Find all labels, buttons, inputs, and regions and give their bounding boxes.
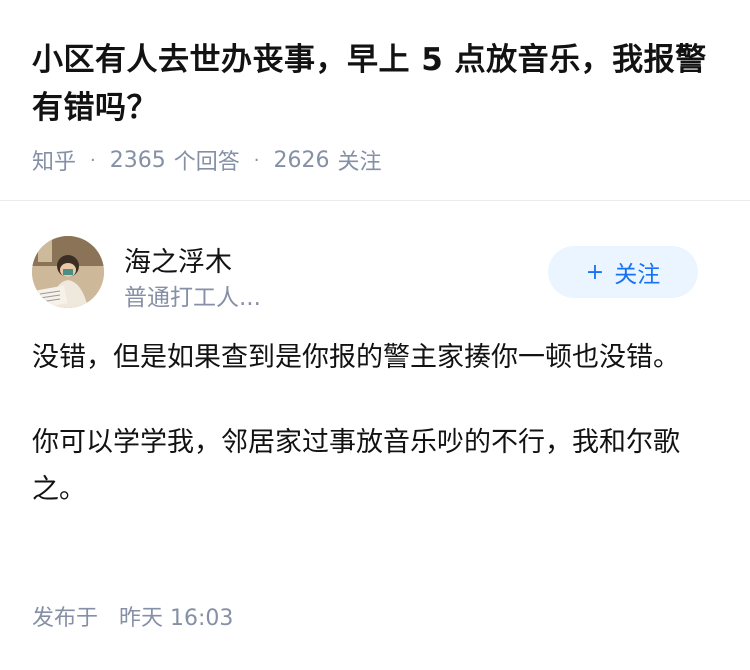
section-divider bbox=[0, 200, 750, 201]
follow-count: 2626 bbox=[273, 147, 330, 173]
follow-button-label: 关注 bbox=[614, 262, 661, 288]
author-bio: 普通打工人... bbox=[124, 285, 261, 311]
author-name[interactable]: 海之浮木 bbox=[124, 240, 232, 279]
question-title[interactable]: 小区有人去世办丧事，早上 5 点放音乐，我报警有错吗？ bbox=[32, 36, 722, 132]
follow-button[interactable]: + 关注 bbox=[548, 246, 698, 298]
publish-info: 发布于 昨天 16:03 bbox=[32, 600, 233, 632]
meta-separator: · bbox=[90, 149, 96, 171]
answer-count-label[interactable]: 个回答 bbox=[174, 144, 240, 176]
answer-count: 2365 bbox=[109, 147, 166, 173]
author-info: 海之浮木 普通打工人... + 关注 bbox=[32, 236, 698, 311]
avatar[interactable] bbox=[32, 236, 104, 308]
plus-icon: + bbox=[585, 259, 605, 285]
answer-paragraph: 没错，但是如果查到是你报的警主家揍你一顿也没错。 bbox=[32, 342, 680, 373]
published-label: 发布于 bbox=[32, 606, 99, 631]
question-meta: 知乎 · 2365 个回答 · 2626 关注 bbox=[32, 144, 382, 176]
follow-count-label: 关注 bbox=[337, 150, 382, 175]
source-label[interactable]: 知乎 bbox=[32, 144, 76, 176]
answer-paragraph: 你可以学学我，邻居家过事放音乐吵的不行，我和尔歌之。 bbox=[32, 427, 680, 505]
meta-separator: · bbox=[253, 149, 260, 171]
avatar-image bbox=[32, 236, 104, 308]
published-time: 昨天 16:03 bbox=[119, 606, 234, 631]
answer-content: 没错，但是如果查到是你报的警主家揍你一顿也没错。 你可以学学我，邻居家过事放音乐… bbox=[32, 334, 702, 551]
question-header: 小区有人去世办丧事，早上 5 点放音乐，我报警有错吗？ bbox=[32, 36, 722, 132]
